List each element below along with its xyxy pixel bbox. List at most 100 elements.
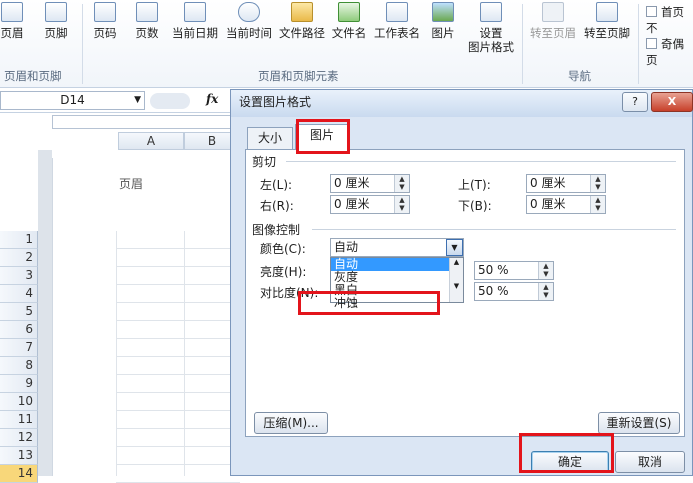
spinner-arrows-icon[interactable]: ▲ ▼ (590, 196, 605, 213)
grid-line (116, 302, 240, 303)
brightness-label: 亮度(H): (260, 265, 307, 279)
calendar-icon (184, 2, 206, 22)
page-number-icon (94, 2, 116, 22)
format-picture-dialog: 设置图片格式 ? X 大小 图片 剪切 左(L): 0 厘米 ▲ ▼ 上(T): … (230, 89, 693, 476)
row-header-8[interactable]: 8 (0, 357, 38, 375)
ribbon-separator (82, 4, 83, 84)
checkbox-icon (646, 6, 657, 17)
grid-line (116, 428, 240, 429)
goto-header-icon (542, 2, 564, 22)
checkbox-icon (646, 38, 657, 49)
goto-header-button[interactable]: 转至页眉 (526, 0, 580, 58)
row-header-1[interactable]: 1 (0, 231, 38, 249)
spinner-arrows-icon[interactable]: ▲ ▼ (394, 175, 409, 192)
group-label-header-footer: 页眉和页脚 (4, 69, 62, 83)
column-header-a[interactable]: A (118, 132, 184, 150)
header-icon (1, 2, 23, 22)
crop-left-spinner[interactable]: 0 厘米 ▲ ▼ (330, 174, 410, 193)
page-number-button[interactable]: 页码 (88, 0, 122, 58)
grid-line (116, 338, 240, 339)
sheet-icon (386, 2, 408, 22)
spinner-arrows-icon[interactable]: ▲ ▼ (590, 175, 605, 192)
goto-footer-button[interactable]: 转至页脚 (580, 0, 634, 58)
grid-line (116, 464, 240, 465)
chevron-down-icon[interactable]: ▼ (134, 92, 141, 109)
image-control-section-title: 图像控制 (252, 223, 301, 237)
color-select[interactable]: 自动 ▼ (330, 238, 464, 257)
crop-top-spinner[interactable]: 0 厘米 ▲ ▼ (526, 174, 606, 193)
goto-footer-icon (596, 2, 618, 22)
format-picture-icon (480, 2, 502, 22)
row-header-6[interactable]: 6 (0, 321, 38, 339)
spinner-arrows-icon[interactable]: ▲ ▼ (538, 283, 553, 300)
header-button[interactable]: 页眉 (0, 0, 32, 58)
grid-line (116, 320, 240, 321)
row-header-4[interactable]: 4 (0, 285, 38, 303)
ok-button[interactable]: 确定 (531, 451, 609, 473)
picture-button[interactable]: 图片 (426, 0, 460, 58)
crop-section-title: 剪切 (252, 155, 277, 169)
header-area-text[interactable]: 页眉 (119, 175, 143, 192)
file-path-button[interactable]: 文件路径 (276, 0, 328, 58)
row-header-13[interactable]: 13 (0, 447, 38, 465)
insert-function-icon[interactable]: fx (206, 92, 218, 106)
close-button[interactable]: X (651, 92, 693, 112)
section-divider (312, 229, 676, 230)
odd-even-different-checkbox[interactable]: 奇偶页 (646, 36, 693, 68)
crop-right-spinner[interactable]: 0 厘米 ▲ ▼ (330, 195, 410, 214)
first-page-different-checkbox[interactable]: 首页不 (646, 4, 693, 36)
current-time-button[interactable]: 当前时间 (222, 0, 276, 58)
row-header-12[interactable]: 12 (0, 429, 38, 447)
crop-bottom-spinner[interactable]: 0 厘米 ▲ ▼ (526, 195, 606, 214)
contrast-label: 对比度(N): (260, 286, 319, 300)
page-count-icon (136, 2, 158, 22)
color-option-washout[interactable]: 冲蚀 (331, 297, 463, 310)
grid-line (116, 356, 240, 357)
spinner-arrows-icon[interactable]: ▲ ▼ (394, 196, 409, 213)
dropdown-scrollbar[interactable]: ▲ ▼ (449, 258, 463, 302)
grid-line (184, 231, 185, 476)
chevron-down-icon[interactable]: ▼ (446, 239, 463, 256)
row-header-9[interactable]: 9 (0, 375, 38, 393)
row-header-14[interactable]: 14 (0, 465, 38, 483)
clock-icon (238, 2, 260, 22)
grid-line (116, 374, 240, 375)
file-icon (338, 2, 360, 22)
horizontal-ruler (52, 115, 242, 129)
row-header-11[interactable]: 11 (0, 411, 38, 429)
contrast-spinner[interactable]: 50 % ▲ ▼ (474, 282, 554, 301)
color-label: 颜色(C): (260, 242, 306, 256)
current-date-button[interactable]: 当前日期 (168, 0, 222, 58)
grid-line (116, 248, 240, 249)
picture-tab-panel: 剪切 左(L): 0 厘米 ▲ ▼ 上(T): 0 厘米 ▲ ▼ 右(R): 0 厘… (245, 149, 685, 437)
tab-size[interactable]: 大小 (247, 127, 293, 149)
compress-button[interactable]: 压缩(M)... (254, 412, 328, 434)
footer-button[interactable]: 页脚 (36, 0, 76, 58)
color-dropdown-list: 自动 灰度 黑白 冲蚀 ▲ ▼ (330, 257, 464, 310)
format-picture-button[interactable]: 设置 图片格式 (464, 0, 518, 58)
section-divider (286, 161, 676, 162)
crop-top-label: 上(T): (458, 178, 491, 192)
spinner-arrows-icon[interactable]: ▲ ▼ (538, 262, 553, 279)
row-header-7[interactable]: 7 (0, 339, 38, 357)
ribbon: 页眉 页脚 页码 页数 当前日期 当前时间 文件路径 文件名 工作表名 图片 设… (0, 0, 693, 88)
sheet-name-button[interactable]: 工作表名 (370, 0, 424, 58)
brightness-spinner[interactable]: 50 % ▲ ▼ (474, 261, 554, 280)
group-label-elements: 页眉和页脚元素 (258, 69, 339, 83)
page-gutter (38, 150, 52, 476)
row-header-2[interactable]: 2 (0, 249, 38, 267)
help-button[interactable]: ? (622, 92, 648, 112)
reset-button[interactable]: 重新设置(S) (598, 412, 680, 434)
row-header-3[interactable]: 3 (0, 267, 38, 285)
row-header-10[interactable]: 10 (0, 393, 38, 411)
row-header-5[interactable]: 5 (0, 303, 38, 321)
footer-icon (45, 2, 67, 22)
cancel-button[interactable]: 取消 (615, 451, 685, 473)
page-count-button[interactable]: 页数 (130, 0, 164, 58)
file-name-button[interactable]: 文件名 (328, 0, 370, 58)
formula-bar-handle[interactable] (150, 93, 190, 109)
picture-icon (432, 2, 454, 22)
grid-line (116, 392, 240, 393)
tab-picture[interactable]: 图片 (295, 124, 349, 150)
name-box[interactable]: D14 ▼ (0, 91, 145, 110)
